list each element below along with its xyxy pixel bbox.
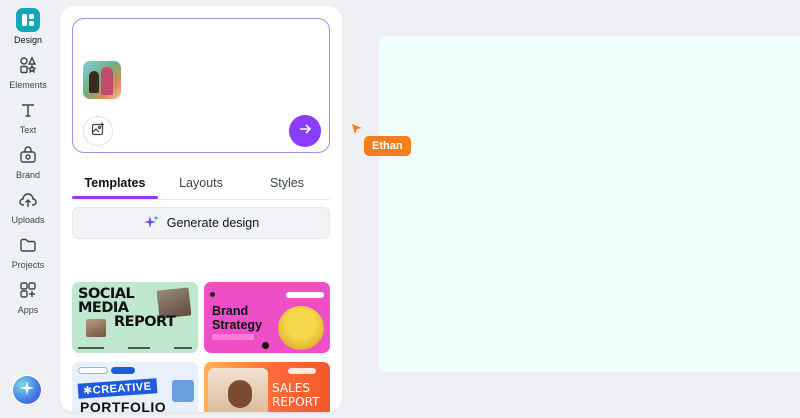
- tab-styles[interactable]: Styles: [244, 168, 330, 198]
- rail-item-uploads[interactable]: Uploads: [0, 188, 56, 225]
- rail-item-text[interactable]: Text: [0, 98, 56, 135]
- active-tab-indicator: [72, 196, 158, 199]
- tab-templates[interactable]: Templates: [72, 168, 158, 198]
- magic-assistant-button[interactable]: [11, 374, 43, 406]
- send-button[interactable]: [289, 115, 321, 147]
- rail-label: Elements: [9, 80, 47, 90]
- template-photo: [208, 368, 268, 412]
- tab-divider: [72, 199, 330, 200]
- panel-tabs: Templates Layouts Styles: [72, 168, 330, 200]
- uploads-icon: [16, 188, 40, 212]
- rail-item-design[interactable]: Design: [0, 8, 56, 45]
- design-icon: [16, 8, 40, 32]
- arrow-right-icon: [298, 122, 312, 141]
- projects-icon: [16, 233, 40, 257]
- generate-design-button[interactable]: Generate design: [72, 207, 330, 239]
- text-icon: [16, 98, 40, 122]
- rail-item-elements[interactable]: Elements: [0, 53, 56, 90]
- collaborator-cursor-icon: [351, 122, 363, 140]
- template-card-brand-strategy[interactable]: Brand Strategy: [204, 282, 330, 353]
- prompt-input[interactable]: [72, 18, 330, 153]
- left-rail: Design Elements Text Brand Uploads Proje…: [0, 0, 56, 418]
- rail-item-projects[interactable]: Projects: [0, 233, 56, 270]
- apps-icon: [16, 278, 40, 302]
- template-title: SALES: [272, 381, 310, 395]
- template-title: SOCIAL MEDIA REPORT: [78, 286, 176, 330]
- rail-label: Brand: [15, 170, 41, 180]
- generate-design-label: Generate design: [166, 216, 260, 230]
- template-card-sales-report[interactable]: SALES REPORT: [204, 362, 330, 412]
- add-image-button[interactable]: [83, 116, 113, 146]
- template-photo: [172, 380, 194, 402]
- brand-icon: [16, 143, 40, 167]
- template-subtitle: REPORT: [272, 395, 320, 409]
- rail-label: Projects: [11, 260, 45, 270]
- tab-layouts[interactable]: Layouts: [158, 168, 244, 198]
- attached-image-thumbnail[interactable]: [83, 61, 121, 99]
- sparkle-icon: [19, 380, 35, 401]
- elements-icon: [16, 53, 40, 77]
- template-card-creative-portfolio[interactable]: ✱CREATIVE PORTFOLIO: [72, 362, 198, 412]
- template-title: ✱CREATIVE: [77, 378, 157, 399]
- template-card-social-media-report[interactable]: SOCIAL MEDIA REPORT: [72, 282, 198, 353]
- collaborator-name-tag: Ethan: [364, 136, 411, 156]
- rail-label: Uploads: [11, 215, 45, 225]
- template-title: Brand Strategy: [212, 304, 263, 332]
- template-subtitle: PORTFOLIO: [80, 399, 167, 412]
- design-canvas[interactable]: [379, 36, 800, 372]
- design-panel: Templates Layouts Styles Generate design…: [60, 6, 342, 412]
- rail-item-apps[interactable]: Apps: [0, 278, 56, 315]
- sparkle-icon: [143, 214, 159, 233]
- rail-label: Apps: [17, 305, 39, 315]
- rail-item-brand[interactable]: Brand: [0, 143, 56, 180]
- rail-label: Design: [13, 35, 42, 45]
- template-footer: [78, 347, 192, 349]
- rail-label: Text: [19, 125, 37, 135]
- add-image-icon: [91, 122, 105, 141]
- template-photo: [278, 306, 324, 350]
